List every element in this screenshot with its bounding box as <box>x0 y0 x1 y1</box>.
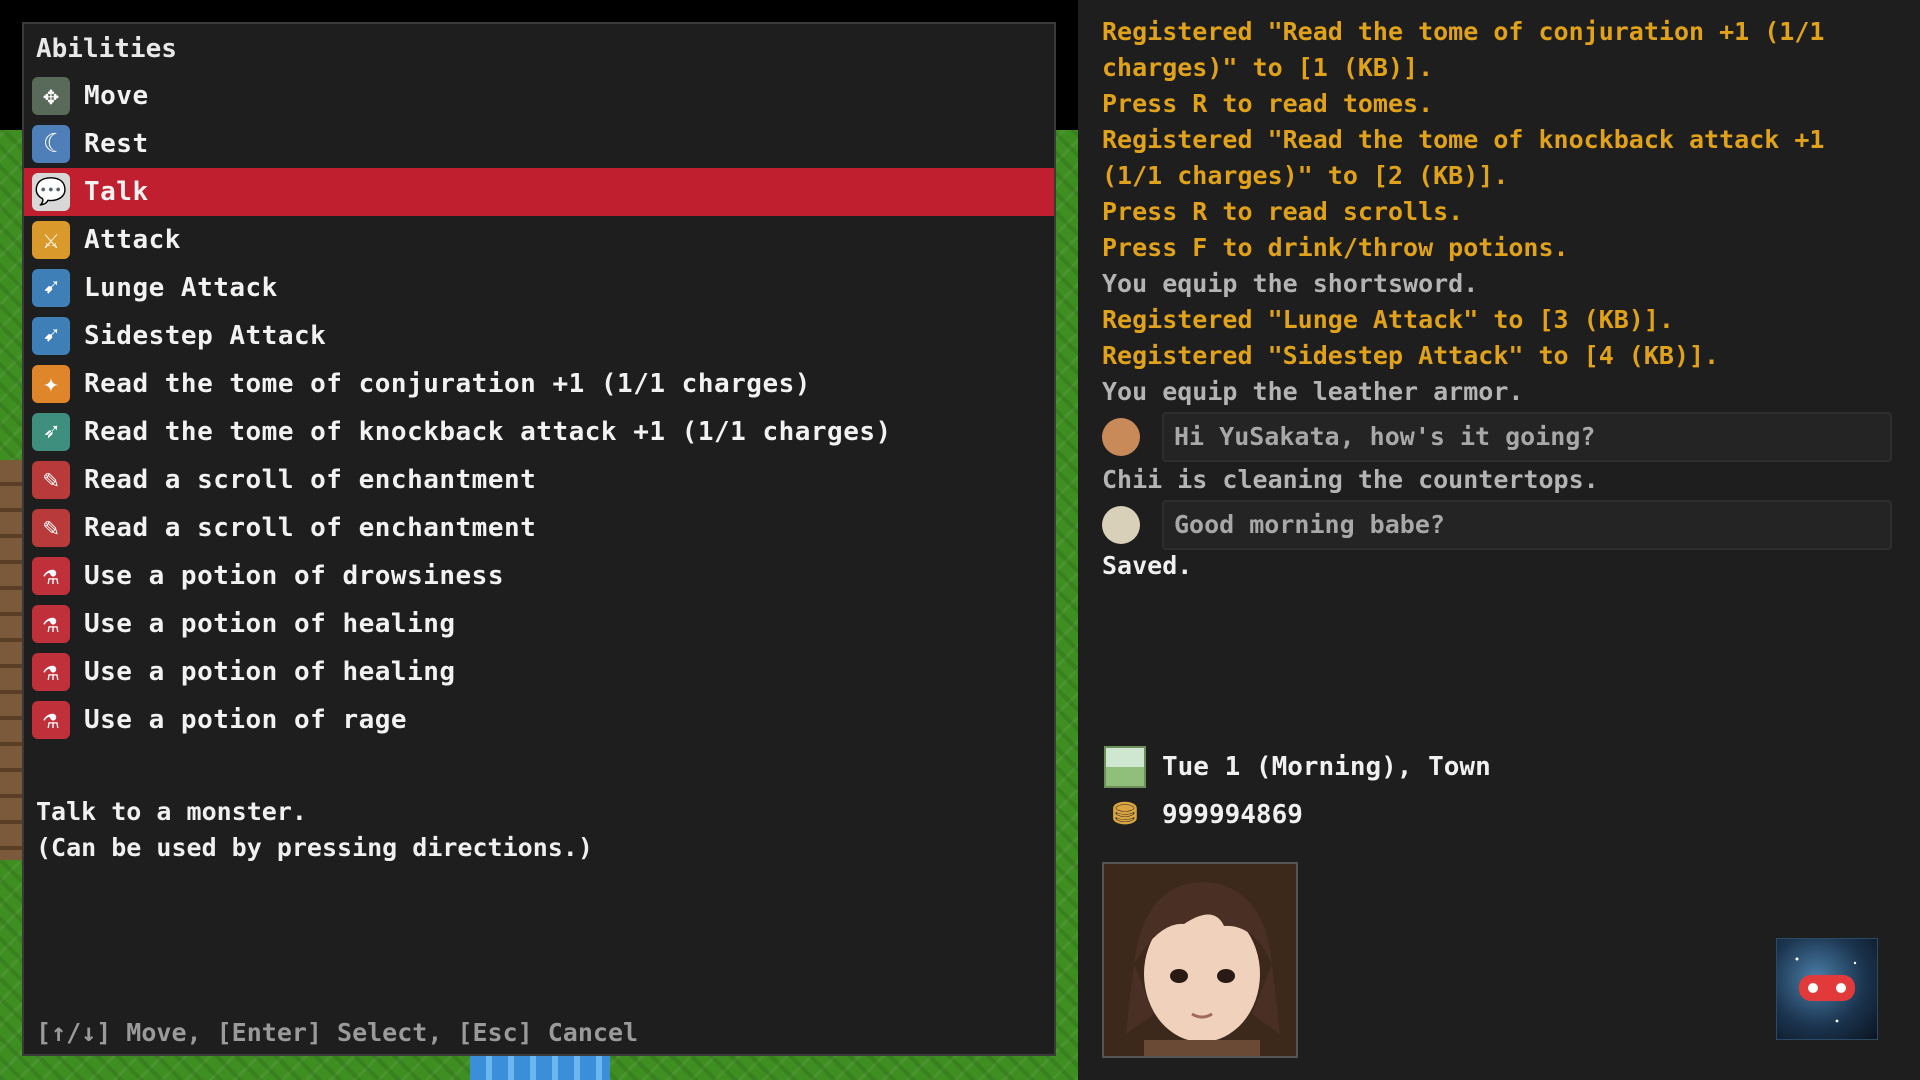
potion-icon: ⚗ <box>32 605 70 643</box>
abilities-title: Abilities <box>36 34 177 64</box>
attack-icon: ⚔ <box>32 221 70 259</box>
log-line: Chii is cleaning the countertops. <box>1102 465 1599 494</box>
tome-knockback-icon: ➶ <box>32 413 70 451</box>
log-line: Press F to drink/throw potions. <box>1102 233 1569 262</box>
log-line: Saved. <box>1102 551 1193 580</box>
scroll-icon: ✎ <box>32 509 70 547</box>
sidestep-attack-icon: ➹ <box>32 317 70 355</box>
ability-label: Read the tome of knockback attack +1 (1/… <box>84 417 892 447</box>
ability-item[interactable]: ⚗ Use a potion of healing <box>24 648 1054 696</box>
ability-item[interactable]: ✎ Read a scroll of enchantment <box>24 456 1054 504</box>
scroll-icon: ✎ <box>32 461 70 499</box>
move-icon: ✥ <box>32 77 70 115</box>
potion-icon: ⚗ <box>32 653 70 691</box>
log-line: Press R to read tomes. <box>1102 89 1434 118</box>
ability-item[interactable]: ⚗ Use a potion of healing <box>24 600 1054 648</box>
speech-message: Good morning babe? <box>1102 500 1892 550</box>
world-water <box>470 1055 610 1080</box>
player-portrait <box>1102 862 1298 1058</box>
speech-bubble: Hi YuSakata, how's it going? <box>1162 412 1892 462</box>
ability-item[interactable]: ✦ Read the tome of conjuration +1 (1/1 ch… <box>24 360 1054 408</box>
ability-item[interactable]: ☾ Rest <box>24 120 1054 168</box>
ability-label: Read the tome of conjuration +1 (1/1 cha… <box>84 369 811 399</box>
ability-label: Talk <box>84 177 149 207</box>
speaker-avatar-icon <box>1102 506 1140 544</box>
ability-label: Use a potion of healing <box>84 609 456 639</box>
ability-label: Use a potion of rage <box>84 705 408 735</box>
message-log-panel: Registered "Read the tome of conjuration… <box>1078 0 1920 1080</box>
ability-label: Use a potion of healing <box>84 657 456 687</box>
landscape-icon <box>1104 746 1146 788</box>
ability-label: Attack <box>84 225 181 255</box>
date-location: Tue 1 (Morning), Town <box>1162 752 1491 782</box>
log-line: charges)" to [1 (KB)]. <box>1102 53 1434 82</box>
gamepad-icon <box>1795 957 1857 1023</box>
ability-item[interactable]: ⚗ Use a potion of rage <box>24 696 1054 744</box>
potion-icon: ⚗ <box>32 701 70 739</box>
ability-description-line: Talk to a monster. <box>36 797 307 826</box>
world-wall <box>0 460 22 860</box>
rest-icon: ☾ <box>32 125 70 163</box>
ability-item[interactable]: ✥ Move <box>24 72 1054 120</box>
speech-bubble: Good morning babe? <box>1162 500 1892 550</box>
log-line: You equip the leather armor. <box>1102 377 1524 406</box>
portrait-illustration <box>1104 864 1296 1056</box>
ability-label: Read a scroll of enchantment <box>84 465 537 495</box>
ability-item[interactable]: ✎ Read a scroll of enchantment <box>24 504 1054 552</box>
log-line: Press R to read scrolls. <box>1102 197 1464 226</box>
coins-icon: ⛃ <box>1112 797 1138 832</box>
ability-item[interactable]: ➹ Sidestep Attack <box>24 312 1054 360</box>
log-line: Registered "Read the tome of conjuration… <box>1102 17 1825 46</box>
ability-description: Talk to a monster. (Can be used by press… <box>36 794 593 866</box>
controls-hint: [↑/↓] Move, [Enter] Select, [Esc] Cancel <box>36 1018 639 1047</box>
log-line: Registered "Sidestep Attack" to [4 (KB)]… <box>1102 341 1720 370</box>
tome-conjuration-icon: ✦ <box>32 365 70 403</box>
log-line: You equip the shortsword. <box>1102 269 1479 298</box>
speaker-avatar-icon <box>1102 418 1140 456</box>
log-line: Registered "Read the tome of knockback a… <box>1102 125 1825 154</box>
ability-item[interactable]: ⚔ Attack <box>24 216 1054 264</box>
ability-label: Use a potion of drowsiness <box>84 561 504 591</box>
ability-label: Sidestep Attack <box>84 321 327 351</box>
controller-badge <box>1776 938 1878 1040</box>
ability-label: Lunge Attack <box>84 273 278 303</box>
ability-label: Move <box>84 81 149 111</box>
ability-item[interactable]: ➶ Read the tome of knockback attack +1 (1… <box>24 408 1054 456</box>
ability-label: Rest <box>84 129 149 159</box>
ability-label: Read a scroll of enchantment <box>84 513 537 543</box>
ability-item[interactable]: ➹ Lunge Attack <box>24 264 1054 312</box>
ability-item[interactable]: ⚗ Use a potion of drowsiness <box>24 552 1054 600</box>
gold-amount: 999994869 <box>1162 800 1303 830</box>
speech-message: Hi YuSakata, how's it going? <box>1102 412 1892 462</box>
ability-item[interactable]: 💬 Talk <box>24 168 1054 216</box>
lunge-attack-icon: ➹ <box>32 269 70 307</box>
potion-icon: ⚗ <box>32 557 70 595</box>
ability-description-line: (Can be used by pressing directions.) <box>36 833 593 862</box>
log-line: Registered "Lunge Attack" to [3 (KB)]. <box>1102 305 1674 334</box>
abilities-menu: Abilities ✥ Move ☾ Rest 💬 Talk ⚔ Attack ➹ Lunge A… <box>22 22 1056 1056</box>
talk-icon: 💬 <box>32 173 70 211</box>
log-line: (1/1 charges)" to [2 (KB)]. <box>1102 161 1509 190</box>
